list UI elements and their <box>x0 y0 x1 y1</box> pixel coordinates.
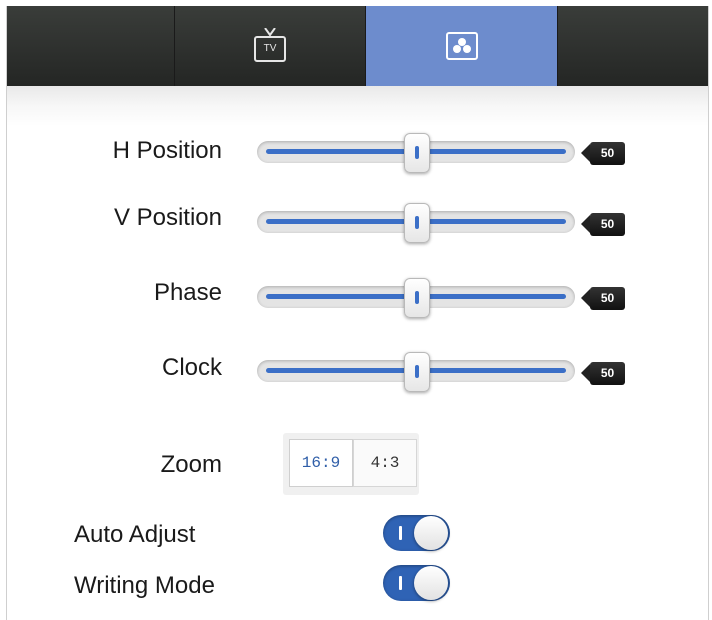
settings-content: H Position 50 V Position 50 Phase 50 Clo… <box>7 86 708 620</box>
zoom-label: Zoom <box>160 451 222 478</box>
settings-panel: TV H Position 50 V Position 50 Phase 50 … <box>6 6 709 620</box>
tab-bar: TV <box>7 6 708 86</box>
phase-slider[interactable] <box>257 278 575 318</box>
tab-picture[interactable] <box>366 6 557 86</box>
zoom-option-4-3[interactable]: 4:3 <box>353 439 417 487</box>
zoom-option-16-9[interactable]: 16:9 <box>289 439 353 487</box>
phase-value: 50 <box>581 287 625 310</box>
auto-adjust-label: Auto Adjust <box>74 521 196 548</box>
v-position-label: V Position <box>113 204 222 231</box>
writing-mode-toggle-knob[interactable] <box>414 566 448 600</box>
tab-tv[interactable]: TV <box>175 6 366 86</box>
phase-slider-thumb[interactable] <box>404 278 430 318</box>
clock-label: Clock <box>161 354 222 381</box>
h-position-slider-thumb[interactable] <box>404 133 430 173</box>
clock-slider[interactable] <box>257 352 575 392</box>
zoom-segmented-control: 16:9 4:3 <box>283 433 419 495</box>
h-position-label: H Position <box>112 137 222 164</box>
auto-adjust-toggle[interactable] <box>383 515 450 551</box>
v-position-slider-thumb[interactable] <box>404 203 430 243</box>
h-position-slider[interactable] <box>257 133 575 173</box>
picture-icon <box>445 32 478 60</box>
tab-blank-1[interactable] <box>7 6 175 86</box>
tv-icon-label: TV <box>254 36 286 62</box>
tv-icon: TV <box>254 28 286 62</box>
clock-value: 50 <box>581 362 625 385</box>
auto-adjust-toggle-knob[interactable] <box>414 516 448 550</box>
h-position-value: 50 <box>581 142 625 165</box>
tab-blank-2[interactable] <box>557 6 708 86</box>
v-position-slider[interactable] <box>257 203 575 243</box>
writing-mode-label: Writing Mode <box>74 572 215 599</box>
phase-label: Phase <box>153 279 222 306</box>
writing-mode-toggle[interactable] <box>383 565 450 601</box>
v-position-value: 50 <box>581 213 625 236</box>
clock-slider-thumb[interactable] <box>404 352 430 392</box>
